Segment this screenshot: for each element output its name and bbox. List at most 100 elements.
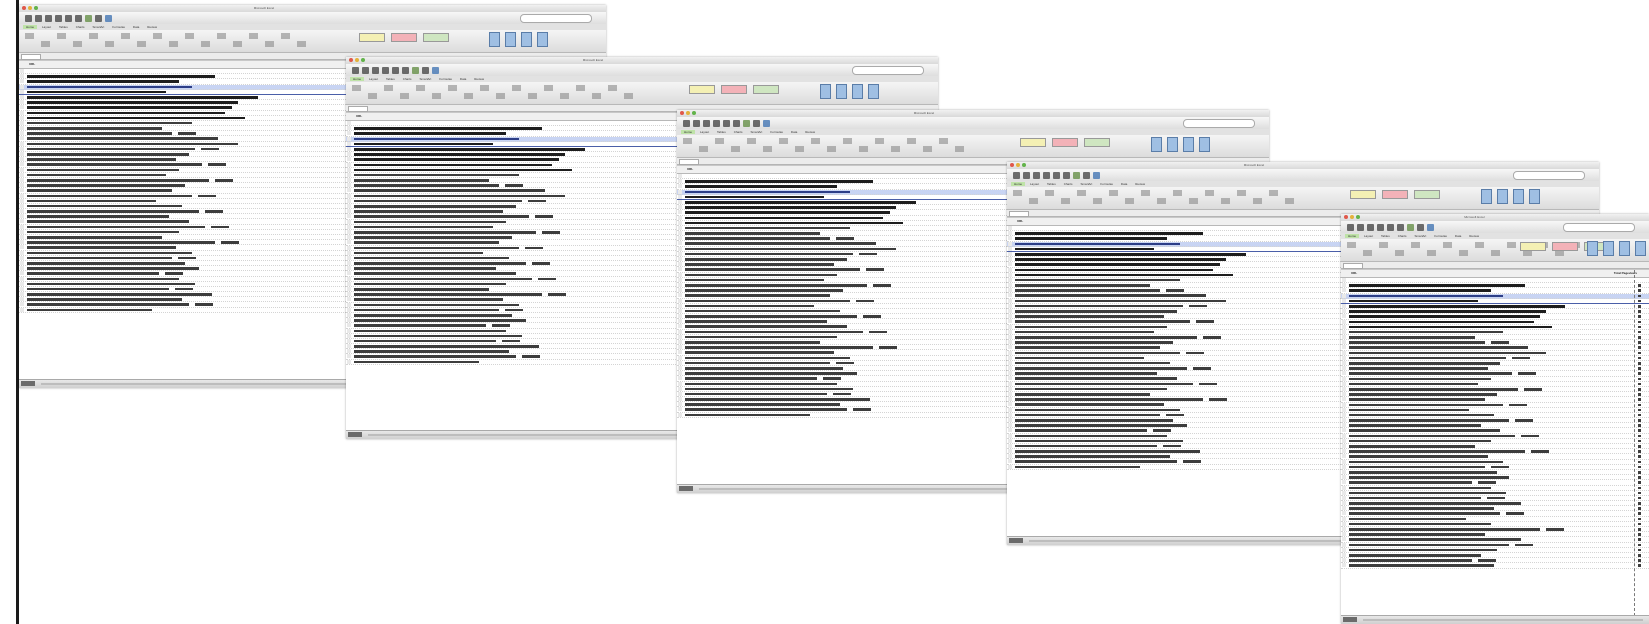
ribbon-big-button[interactable] bbox=[1587, 241, 1598, 256]
tab-smartart[interactable]: SmartArt bbox=[1078, 182, 1096, 186]
horizontal-scrollbar[interactable] bbox=[1363, 619, 1643, 621]
ribbon-big-button[interactable] bbox=[1199, 137, 1210, 152]
tab-smartart[interactable]: SmartArt bbox=[1412, 234, 1430, 238]
ribbon-big-button[interactable] bbox=[1513, 189, 1524, 204]
ribbon-button[interactable] bbox=[185, 33, 194, 39]
tab-data[interactable]: Data bbox=[457, 77, 469, 81]
ribbon-button[interactable] bbox=[480, 85, 489, 91]
ribbon-button[interactable] bbox=[384, 85, 393, 91]
style-swatch-good[interactable] bbox=[1084, 138, 1110, 147]
undo-icon[interactable] bbox=[1053, 171, 1060, 179]
tab-data[interactable]: Data bbox=[130, 25, 142, 29]
sum-icon[interactable] bbox=[1407, 223, 1414, 231]
tab-tables[interactable]: Tables bbox=[383, 77, 398, 81]
style-swatch-bad[interactable] bbox=[1552, 242, 1578, 251]
ribbon-button[interactable] bbox=[795, 146, 804, 152]
new-icon[interactable] bbox=[1347, 223, 1354, 231]
window-minimize-icon[interactable] bbox=[1350, 215, 1354, 219]
ribbon-button[interactable] bbox=[1237, 190, 1246, 196]
style-swatch-neutral[interactable] bbox=[1350, 190, 1376, 199]
open-icon[interactable] bbox=[35, 14, 42, 22]
ribbon-button[interactable] bbox=[1363, 250, 1372, 256]
column-header-url[interactable]: URL bbox=[1017, 219, 1023, 223]
redo-icon[interactable] bbox=[1063, 171, 1070, 179]
style-swatch-neutral[interactable] bbox=[1020, 138, 1046, 147]
ribbon-button[interactable] bbox=[1379, 242, 1388, 248]
ribbon-button[interactable] bbox=[1189, 198, 1198, 204]
sheet-tab-icon[interactable] bbox=[1009, 538, 1023, 543]
sheet-tab-icon[interactable] bbox=[679, 486, 693, 491]
sheet-tab-icon[interactable] bbox=[21, 381, 35, 386]
ribbon-button[interactable] bbox=[265, 41, 274, 47]
ribbon-button[interactable] bbox=[715, 138, 724, 144]
ribbon-big-button[interactable] bbox=[1635, 241, 1646, 256]
print-icon[interactable] bbox=[55, 14, 62, 22]
ribbon-button[interactable] bbox=[281, 33, 290, 39]
ribbon-button[interactable] bbox=[955, 146, 964, 152]
tab-layout[interactable]: Layout bbox=[1027, 182, 1042, 186]
chart-icon[interactable] bbox=[105, 14, 112, 22]
tab-data[interactable]: Data bbox=[1452, 234, 1464, 238]
column-header-url[interactable]: URL bbox=[356, 114, 362, 118]
print-icon[interactable] bbox=[713, 119, 720, 127]
style-swatch-good[interactable] bbox=[423, 33, 449, 42]
redo-icon[interactable] bbox=[402, 66, 409, 74]
new-icon[interactable] bbox=[25, 14, 32, 22]
ribbon-button[interactable] bbox=[448, 85, 457, 91]
window-close-icon[interactable] bbox=[1344, 215, 1348, 219]
ribbon-button[interactable] bbox=[105, 41, 114, 47]
tab-tables[interactable]: Tables bbox=[56, 25, 71, 29]
tab-data[interactable]: Data bbox=[1118, 182, 1130, 186]
ribbon-big-button[interactable] bbox=[852, 84, 863, 99]
ribbon-button[interactable] bbox=[432, 93, 441, 99]
ribbon-button[interactable] bbox=[1459, 250, 1468, 256]
tab-home[interactable]: Home bbox=[681, 130, 696, 134]
ribbon-big-button[interactable] bbox=[820, 84, 831, 99]
undo-icon[interactable] bbox=[723, 119, 730, 127]
new-icon[interactable] bbox=[352, 66, 359, 74]
ribbon-button[interactable] bbox=[352, 85, 361, 91]
ribbon-button[interactable] bbox=[1029, 198, 1038, 204]
ribbon-button[interactable] bbox=[512, 85, 521, 91]
window-minimize-icon[interactable] bbox=[28, 6, 32, 10]
chart-icon[interactable] bbox=[1427, 223, 1434, 231]
window-close-icon[interactable] bbox=[349, 58, 353, 62]
ribbon-button[interactable] bbox=[528, 93, 537, 99]
tab-review[interactable]: Review bbox=[1466, 234, 1482, 238]
ribbon-button[interactable] bbox=[121, 33, 130, 39]
ribbon-big-button[interactable] bbox=[836, 84, 847, 99]
ribbon-button[interactable] bbox=[1125, 198, 1134, 204]
ribbon-button[interactable] bbox=[1491, 250, 1500, 256]
ribbon-button[interactable] bbox=[1093, 198, 1102, 204]
ribbon-button[interactable] bbox=[233, 41, 242, 47]
search-input[interactable] bbox=[1563, 223, 1635, 232]
window-close-icon[interactable] bbox=[1010, 163, 1014, 167]
tab-charts[interactable]: Charts bbox=[400, 77, 415, 81]
chart-icon[interactable] bbox=[1093, 171, 1100, 179]
ribbon-button[interactable] bbox=[1411, 242, 1420, 248]
chart-icon[interactable] bbox=[432, 66, 439, 74]
tab-smartart[interactable]: SmartArt bbox=[90, 25, 108, 29]
tab-home[interactable]: Home bbox=[23, 25, 38, 29]
ribbon-button[interactable] bbox=[1443, 242, 1452, 248]
tab-smartart[interactable]: SmartArt bbox=[417, 77, 435, 81]
tab-home[interactable]: Home bbox=[350, 77, 365, 81]
ribbon-button[interactable] bbox=[923, 146, 932, 152]
undo-icon[interactable] bbox=[392, 66, 399, 74]
tab-review[interactable]: Review bbox=[802, 130, 818, 134]
save-icon[interactable] bbox=[45, 14, 52, 22]
ribbon-button[interactable] bbox=[859, 146, 868, 152]
tab-layout[interactable]: Layout bbox=[1361, 234, 1376, 238]
ribbon-button[interactable] bbox=[416, 85, 425, 91]
ribbon-button[interactable] bbox=[1285, 198, 1294, 204]
save-icon[interactable] bbox=[703, 119, 710, 127]
window-zoom-icon[interactable] bbox=[1356, 215, 1360, 219]
ribbon-button[interactable] bbox=[89, 33, 98, 39]
ribbon-button[interactable] bbox=[811, 138, 820, 144]
print-icon[interactable] bbox=[382, 66, 389, 74]
ribbon-button[interactable] bbox=[544, 85, 553, 91]
ribbon-button[interactable] bbox=[1077, 190, 1086, 196]
ribbon-button[interactable] bbox=[1173, 190, 1182, 196]
search-input[interactable] bbox=[1183, 119, 1255, 128]
ribbon-button[interactable] bbox=[169, 41, 178, 47]
